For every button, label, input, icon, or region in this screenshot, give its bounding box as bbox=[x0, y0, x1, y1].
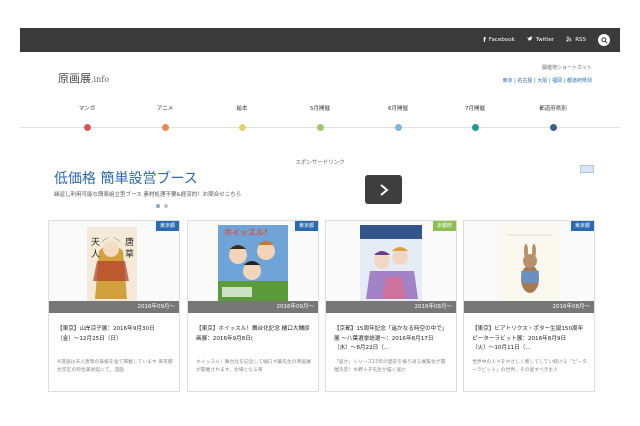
nav-item-label: 7月開催 bbox=[465, 106, 485, 112]
event-card[interactable]: 東京都 2016年08月〜 【東京】ビアトリクス・ポター生誕150周年 ピーター… bbox=[463, 220, 595, 392]
facebook-link[interactable]: f Facebook bbox=[483, 37, 514, 44]
card-thumbnail[interactable]: 天 人 唐 草 bbox=[49, 221, 179, 311]
rss-icon bbox=[566, 36, 572, 44]
card-thumbnail[interactable] bbox=[326, 221, 456, 311]
nav-item-label: 6月開催 bbox=[388, 106, 408, 112]
nav-dot bbox=[394, 124, 402, 131]
card-thumbnail[interactable]: ホイッスル! bbox=[188, 221, 318, 311]
harukanaru-cover-image bbox=[326, 221, 456, 311]
nav-item-label: アニメ bbox=[156, 106, 174, 112]
nav-item-label: 5月開催 bbox=[310, 106, 330, 112]
nav-item-manga[interactable]: マンガ bbox=[52, 104, 122, 131]
manga-cover-image: 天 人 唐 草 bbox=[49, 221, 179, 311]
card-title[interactable]: 【京都】15周年記念「遥かなる時空の中で」展 〜八葉選挙総選〜：2016年8月1… bbox=[334, 325, 450, 354]
sponsor-label: スポンサードリンク bbox=[295, 160, 345, 166]
nav-item-may[interactable]: 5月開催 bbox=[285, 104, 355, 131]
social-links: f Facebook Twitter RSS bbox=[483, 28, 610, 52]
facebook-label: Facebook bbox=[488, 37, 515, 43]
svg-text:草: 草 bbox=[125, 248, 134, 260]
card-description: ホイッスル！舞台化を記念して樋口大輔先生の原画展が開催されます。会場となる東 bbox=[196, 360, 311, 373]
card-date: 2016年08月〜 bbox=[326, 301, 456, 313]
event-card[interactable]: ホイッスル! 東京都 2016年09月〜 【東京】ホイッスル！舞台化記念 樋口大… bbox=[187, 220, 319, 392]
card-description: 「遥か」シリーズ15年の歴史を振り返る展覧会が開催決定！水野十子先生が描く遥か bbox=[334, 360, 446, 373]
nav-item-prefecture[interactable]: 都道府県別 bbox=[518, 104, 588, 131]
ad-subtitle[interactable]: 繰返し利用可能な簡易組立型ブース 素材処理不要&経済的！お問合せこちら bbox=[54, 190, 241, 198]
nav-dot bbox=[316, 124, 324, 131]
shortcut-links[interactable]: 東京 | 名古屋 | 大阪 | 福岡 | 都道府県別 bbox=[503, 77, 592, 84]
card-date: 2016年09月〜 bbox=[49, 301, 179, 313]
svg-text:人: 人 bbox=[91, 249, 100, 260]
prefecture-tag[interactable]: 東京都 bbox=[155, 221, 179, 231]
browser-page: f Facebook Twitter RSS 原画展.info 開催地ショートカ… bbox=[20, 28, 620, 400]
nav-item-label: 絵本 bbox=[236, 106, 248, 112]
facebook-icon: f bbox=[483, 36, 486, 44]
search-button[interactable] bbox=[598, 34, 610, 46]
prefecture-tag[interactable]: 京都府 bbox=[432, 221, 456, 231]
nav-item-anime[interactable]: アニメ bbox=[130, 104, 200, 131]
whistle-cover-image: ホイッスル! bbox=[188, 221, 318, 311]
site-logo[interactable]: 原画展.info bbox=[58, 70, 109, 86]
prefecture-tag[interactable]: 東京都 bbox=[570, 221, 594, 231]
nav-dot bbox=[238, 124, 246, 131]
twitter-label: Twitter bbox=[535, 37, 555, 43]
card-description: ※漫画は天人唐草の表紙を含て掲載しています 東京都文京区の弥生美術館にて、漫画 bbox=[57, 360, 173, 373]
twitter-link[interactable]: Twitter bbox=[527, 36, 554, 44]
card-description: 世界中の人々をやさしく癒してしてい続ける「ピーターラビット」の世界、その愛すべき… bbox=[472, 360, 587, 373]
svg-text:唐: 唐 bbox=[125, 236, 134, 248]
prefecture-tag[interactable]: 東京都 bbox=[294, 221, 318, 231]
ad-pager-dot[interactable] bbox=[164, 204, 168, 208]
logo-suffix: .info bbox=[91, 75, 110, 84]
ad-title[interactable]: 低価格 簡単設営ブース bbox=[54, 168, 198, 188]
card-title[interactable]: 【東京】ホイッスル！舞台化記念 樋口大輔原画展：2016年9月8日( bbox=[196, 325, 312, 344]
nav-dot bbox=[161, 124, 169, 131]
card-thumbnail[interactable] bbox=[464, 221, 594, 311]
rss-link[interactable]: RSS bbox=[566, 36, 586, 44]
shortcut-label: 開催地ショートカット bbox=[541, 65, 592, 71]
card-title[interactable]: 【東京】山岸凉子展：2016年9月30日（金）〜12月25日（日） bbox=[57, 325, 173, 344]
top-bar: f Facebook Twitter RSS bbox=[20, 28, 620, 52]
ad-pager[interactable] bbox=[156, 204, 168, 208]
chevron-right-icon bbox=[379, 183, 389, 196]
nav-item-label: マンガ bbox=[78, 106, 96, 112]
nav-dot bbox=[549, 124, 557, 131]
nav-item-july[interactable]: 7月開催 bbox=[440, 104, 510, 131]
nav-dot bbox=[471, 124, 479, 131]
nav-item-june[interactable]: 6月開催 bbox=[363, 104, 433, 131]
twitter-icon bbox=[527, 36, 533, 44]
nav-item-picture-book[interactable]: 絵本 bbox=[207, 104, 277, 131]
event-card[interactable]: 京都府 2016年08月〜 【京都】15周年記念「遥かなる時空の中で」展 〜八葉… bbox=[325, 220, 457, 392]
nav-item-label: 都道府県別 bbox=[539, 106, 567, 112]
nav-dot bbox=[83, 124, 91, 131]
location-shortcut: 開催地ショートカット 東京 | 名古屋 | 大阪 | 福岡 | 都道府県別 bbox=[503, 64, 592, 84]
ad-pager-dot[interactable] bbox=[156, 204, 160, 208]
svg-text:ホイッスル!: ホイッスル! bbox=[224, 228, 268, 237]
event-card[interactable]: 天 人 唐 草 東京都 2016年09月〜 【東京】山岸凉子展：2016年9月3… bbox=[48, 220, 180, 392]
card-date: 2016年08月〜 bbox=[464, 301, 594, 313]
search-icon bbox=[600, 36, 608, 44]
logo-main: 原画展 bbox=[58, 72, 91, 85]
ad-next-button[interactable] bbox=[365, 175, 402, 204]
peter-rabbit-cover-image bbox=[464, 221, 594, 311]
category-nav: マンガ アニメ 絵本 5月開催 6月開催 7月開催 都道府県別 bbox=[20, 104, 620, 140]
card-date: 2016年09月〜 bbox=[188, 301, 318, 313]
card-title[interactable]: 【東京】ビアトリクス・ポター生誕150周年 ピーターラビット展：2016年8月9… bbox=[472, 325, 588, 354]
ad-choices-icon[interactable] bbox=[580, 165, 594, 173]
rss-label: RSS bbox=[575, 37, 586, 43]
svg-text:天: 天 bbox=[91, 238, 100, 248]
